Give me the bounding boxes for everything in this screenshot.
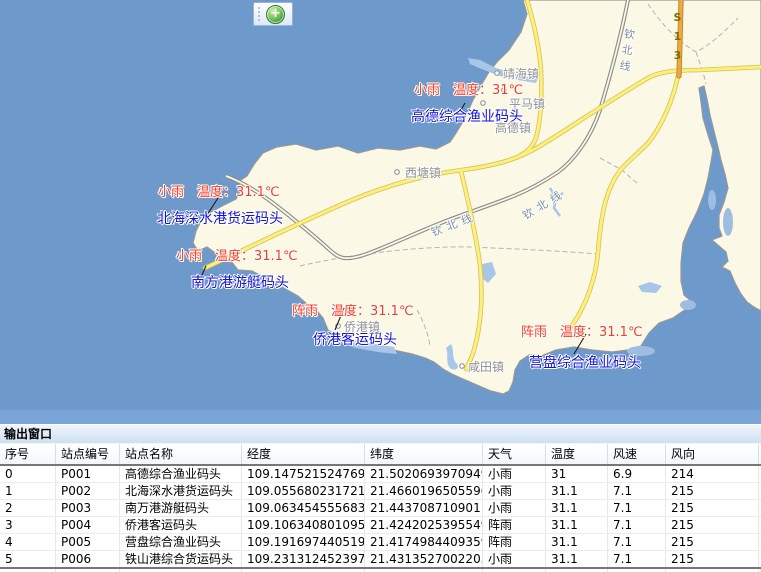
table-cell: P004: [56, 517, 120, 533]
map-toolbar: +: [253, 2, 293, 26]
table-cell: 6.9: [608, 466, 666, 482]
table-cell: 阵雨: [483, 517, 546, 533]
column-header[interactable]: 温度: [546, 444, 608, 464]
table-cell: 21.4437087109011: [365, 500, 483, 516]
table-cell: 小雨: [483, 500, 546, 516]
table-cell: P006: [56, 551, 120, 567]
table-cell: 4: [0, 534, 56, 550]
table-cell: 215: [666, 551, 759, 567]
table-cell: 109.191697440519: [242, 534, 365, 550]
table-cell: 31.1: [546, 483, 608, 499]
table-body: 0P001高德综合渔业码头109.14752152476921.50206939…: [0, 466, 761, 569]
table-row[interactable]: 2P003南万港游艇码头109.06345455568321.443708710…: [0, 500, 761, 517]
table-cell: 7.1: [608, 551, 666, 567]
table-cell: 小雨: [483, 466, 546, 482]
table-cell: 7.1: [608, 534, 666, 550]
table-cell: 21.4313527002203: [365, 551, 483, 567]
add-station-button[interactable]: +: [266, 5, 285, 24]
table-cell: 31.1: [546, 500, 608, 516]
table-cell: 5: [0, 551, 56, 567]
table-cell: 侨港客运码头: [120, 517, 242, 533]
table-row[interactable]: 1P002北海深水港货运码头109.05568023172121.4660196…: [0, 483, 761, 500]
table-cell: 215: [666, 500, 759, 516]
table-cell: 215: [666, 534, 759, 550]
table-row[interactable]: 0P001高德综合渔业码头109.14752152476921.50206939…: [0, 466, 761, 483]
table-cell: P003: [56, 500, 120, 516]
output-panel-title: 输出窗口: [0, 424, 761, 444]
table-cell: 31.1: [546, 517, 608, 533]
table-cell: 铁山港综合货运码头: [120, 551, 242, 567]
column-header[interactable]: 站点名称: [120, 444, 242, 464]
table-cell: P001: [56, 466, 120, 482]
table-cell: 7.1: [608, 500, 666, 516]
table-cell: 109.063454555683: [242, 500, 365, 516]
table-cell: 1: [0, 483, 56, 499]
table-cell: 215: [666, 517, 759, 533]
column-header[interactable]: 站点编号: [56, 444, 120, 464]
table-cell: P002: [56, 483, 120, 499]
map-canvas[interactable]: 小雨 温度：31℃ 小雨 温度：31.1℃ 小雨 温度：31.1℃ 阵雨 温度：…: [0, 0, 761, 410]
table-cell: 7.1: [608, 517, 666, 533]
column-header[interactable]: 风速: [608, 444, 666, 464]
table-row[interactable]: 3P004侨港客运码头109.10634080109521.4242025395…: [0, 517, 761, 534]
table-row[interactable]: 5P006铁山港综合货运码头109.23131245239721.4313527…: [0, 551, 761, 569]
table-cell: 小雨: [483, 551, 546, 567]
app-window: 小雨 温度：31℃ 小雨 温度：31.1℃ 小雨 温度：31.1℃ 阵雨 温度：…: [0, 0, 761, 572]
output-panel: 输出窗口 序号 站点编号 站点名称 经度 纬度 天气 温度 风速 风向 0P00…: [0, 424, 761, 572]
table-cell: 21.5020693970949: [365, 466, 483, 482]
column-header[interactable]: 天气: [483, 444, 546, 464]
column-header[interactable]: 经度: [242, 444, 365, 464]
column-header[interactable]: 序号: [0, 444, 56, 464]
table-row[interactable]: 4P005营盘综合渔业码头109.19169744051921.41749844…: [0, 534, 761, 551]
table-cell: 109.147521524769: [242, 466, 365, 482]
table-cell: 7.1: [608, 483, 666, 499]
table-cell: P005: [56, 534, 120, 550]
column-header[interactable]: 风向: [666, 444, 759, 464]
table-cell: 2: [0, 500, 56, 516]
table-cell: 阵雨: [483, 534, 546, 550]
table-cell: 109.106340801095: [242, 517, 365, 533]
table-cell: 小雨: [483, 483, 546, 499]
table-cell: 214: [666, 466, 759, 482]
table-cell: 3: [0, 517, 56, 533]
table-cell: 109.055680231721: [242, 483, 365, 499]
table-cell: 南万港游艇码头: [120, 500, 242, 516]
table-cell: 21.4660196505596: [365, 483, 483, 499]
table-cell: 北海深水港货运码头: [120, 483, 242, 499]
toolbar-grip-handle[interactable]: [255, 6, 263, 22]
column-header[interactable]: 纬度: [365, 444, 483, 464]
table-cell: 营盘综合渔业码头: [120, 534, 242, 550]
table-cell: 109.231312452397: [242, 551, 365, 567]
table-header-row: 序号 站点编号 站点名称 经度 纬度 天气 温度 风速 风向: [0, 444, 761, 466]
table-cell: 31: [546, 466, 608, 482]
table-cell: 31.1: [546, 534, 608, 550]
table-cell: 21.4174984409359: [365, 534, 483, 550]
table-cell: 21.4242025395549: [365, 517, 483, 533]
map-svg[interactable]: [0, 0, 761, 410]
table-cell: 高德综合渔业码头: [120, 466, 242, 482]
table-cell: 0: [0, 466, 56, 482]
table-cell: 31.1: [546, 551, 608, 567]
table-cell: 215: [666, 483, 759, 499]
panel-splitter[interactable]: [0, 410, 761, 424]
